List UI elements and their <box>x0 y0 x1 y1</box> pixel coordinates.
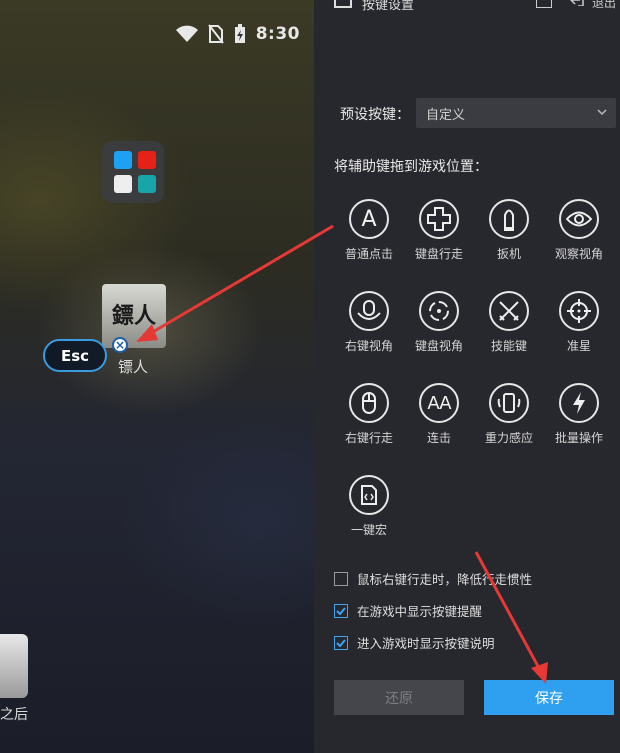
battery-charging-icon <box>234 24 245 43</box>
rotate-view-icon <box>419 291 459 331</box>
bottom-app-icon[interactable] <box>0 634 28 698</box>
macro-file-icon <box>349 475 389 515</box>
phone-rotate-icon <box>489 383 529 423</box>
crosshair-icon <box>559 291 599 331</box>
key-settings-panel: 按键设置 退出 预设按键： 自定义 将辅助键拖到游戏位置： A 普通点击 键盘行… <box>314 0 620 753</box>
letter-a-icon: A <box>349 199 389 239</box>
preset-label: 预设按键： <box>340 107 410 123</box>
lightning-icon <box>559 383 599 423</box>
save-button[interactable]: 保存 <box>484 680 614 715</box>
eye-icon <box>559 199 599 239</box>
key-label: 技能键 <box>490 339 527 353</box>
option-label: 进入游戏时显示按键说明 <box>357 636 495 651</box>
key-label: 扳机 <box>496 247 521 261</box>
checkmark-icon <box>336 638 346 647</box>
mouse-icon <box>349 383 389 423</box>
exit-button[interactable]: 退出 <box>592 0 616 11</box>
bullet-icon <box>489 199 529 239</box>
key-observe-view[interactable]: 观察视角 <box>544 199 614 262</box>
key-label: 重力感应 <box>484 431 533 445</box>
tv-app-icon[interactable] <box>138 175 156 193</box>
exit-icon[interactable] <box>570 0 584 6</box>
preset-value: 自定义 <box>426 107 466 123</box>
status-time: 8:30 <box>255 24 300 44</box>
key-label: 右键行走 <box>344 431 393 445</box>
key-keyboard-view[interactable]: 键盘视角 <box>404 291 474 354</box>
twitter-app-icon[interactable] <box>114 151 132 169</box>
option-reduce-inertia[interactable]: 鼠标右键行走时，降低行走惯性 <box>334 569 532 588</box>
esc-key-remove-icon[interactable]: × <box>112 337 128 353</box>
reset-button[interactable]: 还原 <box>334 680 464 715</box>
checkmark-icon <box>336 606 346 615</box>
checkbox-checked[interactable] <box>334 603 348 618</box>
key-crosshair[interactable]: 准星 <box>544 291 614 354</box>
checkbox-checked[interactable] <box>334 635 348 650</box>
key-normal-click[interactable]: A 普通点击 <box>334 199 404 262</box>
option-show-key-guide[interactable]: 进入游戏时显示按键说明 <box>334 633 495 652</box>
no-sim-icon <box>207 24 224 44</box>
key-macro[interactable]: 一键宏 <box>334 475 404 538</box>
esc-key-mapping[interactable]: Esc <box>43 339 107 372</box>
key-keyboard-walk[interactable]: 键盘行走 <box>404 199 474 262</box>
preset-dropdown[interactable]: 自定义 <box>416 98 616 128</box>
double-a-icon: AA <box>419 383 459 423</box>
key-label: 批量操作 <box>554 431 603 445</box>
key-combo[interactable]: AA 连击 <box>404 383 474 446</box>
window-icon[interactable] <box>536 0 552 8</box>
key-label: 一键宏 <box>350 523 387 537</box>
emulator-screen: 8:30 鏢人 镖人 Esc × 之后 <box>0 0 314 753</box>
option-show-key-hints[interactable]: 在游戏中显示按键提醒 <box>334 601 482 620</box>
dpad-cross-icon <box>419 199 459 239</box>
key-label: 键盘行走 <box>414 247 463 261</box>
option-label: 在游戏中显示按键提醒 <box>357 604 483 619</box>
keyboard-icon <box>334 0 352 8</box>
youtube-app-icon[interactable] <box>138 151 156 169</box>
key-label: 观察视角 <box>554 247 603 261</box>
option-label: 鼠标右键行走时，降低行走惯性 <box>357 572 533 587</box>
key-skill[interactable]: 技能键 <box>474 291 544 354</box>
key-label: 连击 <box>426 431 451 445</box>
biaoren-icon-logo: 鏢人 <box>111 303 156 329</box>
key-right-click-view[interactable]: 右键视角 <box>334 291 404 354</box>
key-label: 右键视角 <box>344 339 393 353</box>
wifi-icon <box>175 25 198 42</box>
key-trigger[interactable]: 扳机 <box>474 199 544 262</box>
drag-hint: 将辅助键拖到游戏位置： <box>334 159 488 175</box>
mouse-view-icon <box>349 291 389 331</box>
key-batch-operation[interactable]: 批量操作 <box>544 383 614 446</box>
panel-title: 按键设置 <box>362 0 415 13</box>
bottom-app-label: 之后 <box>0 707 28 723</box>
biaoren-app-label: 镖人 <box>118 358 149 376</box>
biaoren-app-icon[interactable]: 鏢人 <box>102 284 166 348</box>
app-folder[interactable] <box>102 141 164 203</box>
key-gravity[interactable]: 重力感应 <box>474 383 544 446</box>
key-label: 普通点击 <box>344 247 393 261</box>
key-right-click-walk[interactable]: 右键行走 <box>334 383 404 446</box>
key-label: 准星 <box>566 339 591 353</box>
crossed-swords-icon <box>489 291 529 331</box>
qq-app-icon[interactable] <box>114 175 132 193</box>
android-status-bar: 8:30 <box>175 24 300 44</box>
checkbox[interactable] <box>334 571 348 586</box>
key-label: 键盘视角 <box>414 339 463 353</box>
chevron-down-icon <box>597 109 607 116</box>
